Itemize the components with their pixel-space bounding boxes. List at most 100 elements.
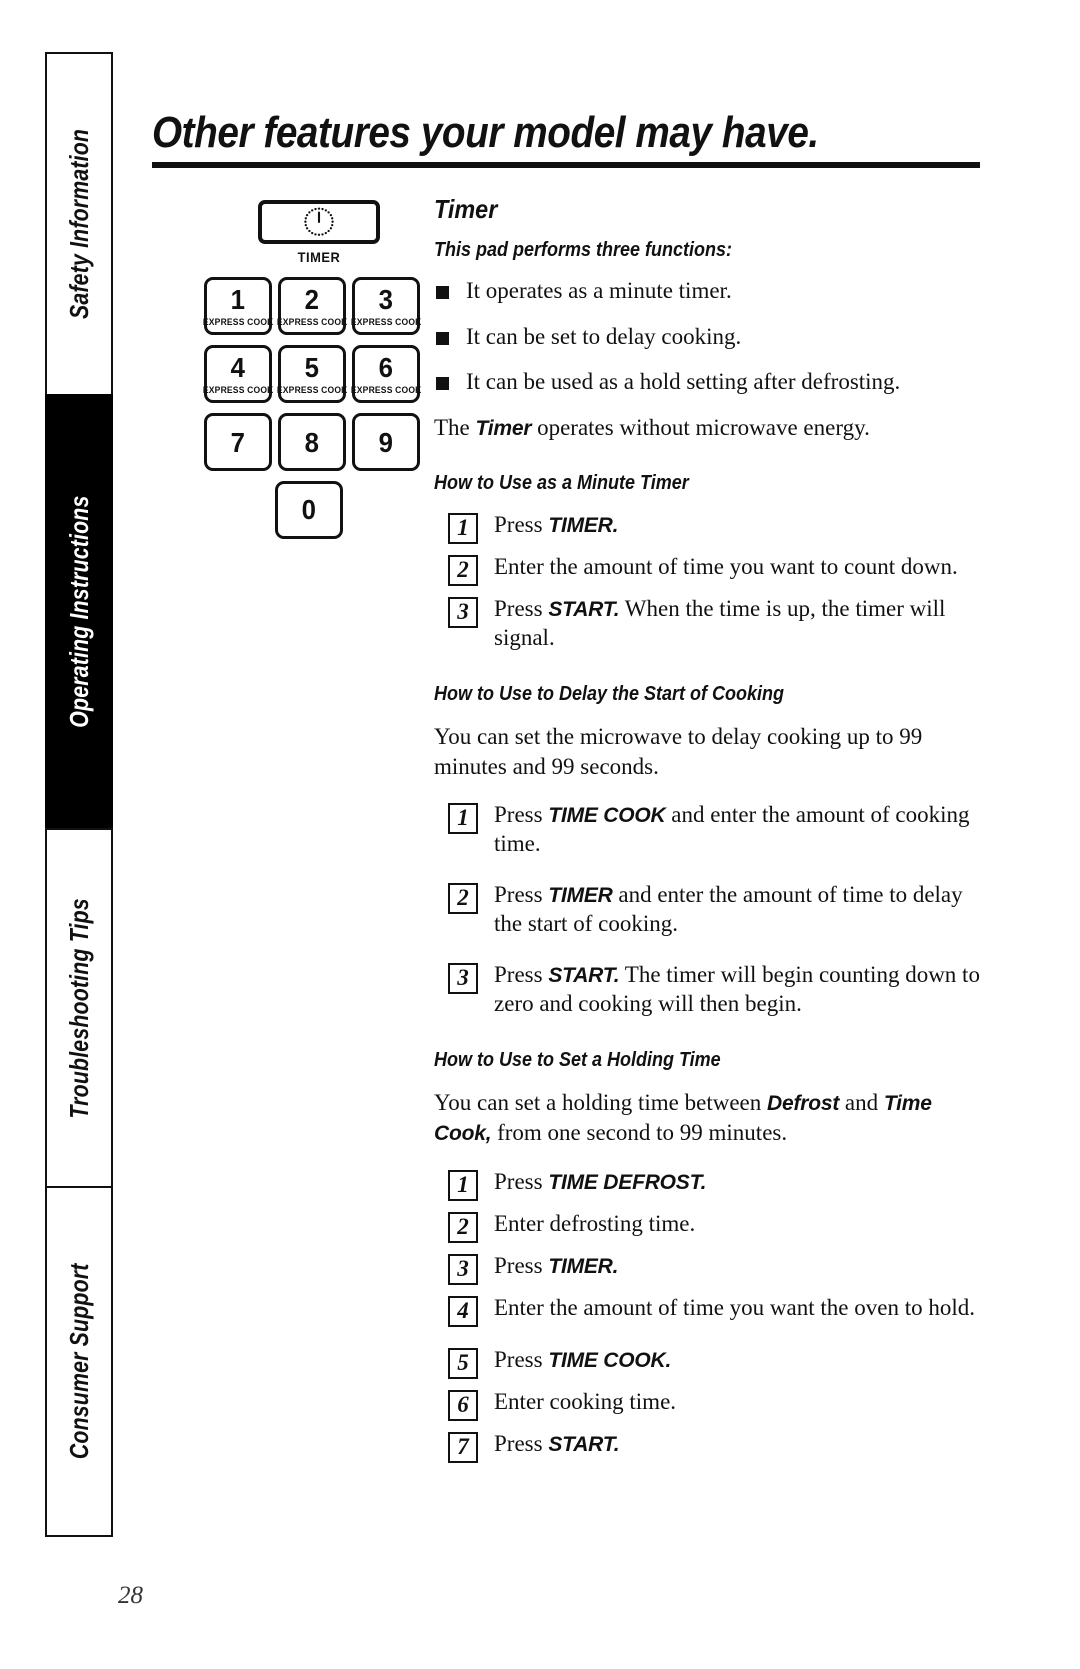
keypad-key-8[interactable]: 8	[278, 413, 346, 472]
list-item: It can be set to delay cooking.	[434, 322, 980, 351]
keypad-illustration-column: TIMER 1 EXPRESS COOK 2 EXPRESS COOK 3 EX…	[152, 194, 424, 540]
note-keyword: Timer	[475, 416, 532, 440]
step-text-before: Press	[494, 1252, 549, 1278]
desc-text-2: and	[839, 1090, 884, 1115]
step-item: 7 Press START.	[448, 1430, 980, 1466]
title-divider	[152, 162, 980, 169]
step-keyword: TIMER.	[548, 514, 619, 538]
key-digit: 7	[230, 427, 246, 459]
step-number-box: 7	[448, 1431, 478, 1463]
keypad-key-4[interactable]: 4 EXPRESS COOK	[202, 345, 274, 404]
keypad-key-5[interactable]: 5 EXPRESS COOK	[276, 345, 348, 404]
sidebar-item-consumer-support[interactable]: Consumer Support	[45, 1186, 113, 1537]
desc-text-3: from one second to 99 minutes.	[491, 1119, 788, 1145]
steps-holding-time: 1 Press TIME DEFROST. 2 Enter defrosting t…	[434, 1168, 980, 1466]
page-title: Other features your model may have.	[152, 108, 819, 157]
step-item: 4 Enter the amount of time you want the o…	[448, 1294, 980, 1330]
holding-time-description: You can set a holding time between Defro…	[434, 1088, 980, 1148]
step-number-box: 1	[448, 803, 478, 835]
step-number: 3	[457, 1255, 469, 1281]
step-number-box: 3	[448, 597, 478, 629]
keypad-diagram: TIMER 1 EXPRESS COOK 2 EXPRESS COOK 3 EX…	[202, 200, 434, 540]
number-key-grid: 1 EXPRESS COOK 2 EXPRESS COOK 3 EXPRESS …	[202, 277, 434, 472]
step-keyword: TIME DEFROST.	[548, 1170, 707, 1194]
keypad-key-3[interactable]: 3 EXPRESS COOK	[350, 277, 422, 336]
step-number-box: 3	[448, 1253, 478, 1285]
note-text-after: operates without microwave energy.	[531, 414, 870, 440]
step-text-before: Enter the amount of time you want to cou…	[494, 554, 958, 580]
step-keyword: START.	[548, 598, 620, 622]
step-number: 1	[457, 805, 469, 831]
square-bullet-icon	[436, 286, 449, 300]
sidebar-item-label: Safety Information	[63, 128, 94, 320]
step-number: 3	[457, 965, 469, 991]
section-title: Timer	[434, 194, 498, 225]
key-sublabel: EXPRESS COOK	[276, 317, 348, 329]
desc-text-1: You can set a holding time between	[434, 1090, 768, 1115]
keypad-key-9[interactable]: 9	[352, 413, 420, 472]
step-number: 5	[457, 1349, 469, 1375]
timer-note: The Timer operates without microwave ene…	[434, 413, 980, 443]
key-digit: 5	[304, 352, 320, 384]
step-number: 1	[457, 1171, 469, 1197]
keypad-key-6[interactable]: 6 EXPRESS COOK	[351, 345, 421, 404]
step-number: 7	[457, 1433, 469, 1459]
keypad-key-7[interactable]: 7	[204, 413, 272, 472]
key-digit: 0	[301, 494, 317, 526]
desc-keyword-defrost: Defrost	[767, 1092, 840, 1115]
step-number: 2	[457, 885, 469, 911]
keypad-key-0[interactable]: 0	[275, 481, 343, 540]
key-digit: 6	[378, 352, 394, 384]
step-number: 2	[457, 557, 469, 583]
step-text-before: Press	[494, 1346, 549, 1372]
step-text-before: Press	[494, 802, 549, 828]
step-item: 3 Press TIMER.	[448, 1252, 980, 1288]
step-keyword: TIME COOK	[548, 804, 666, 828]
step-keyword: TIMER	[548, 884, 613, 908]
key-digit: 2	[304, 284, 320, 316]
section-tab-rail: Safety Information Operating Instruction…	[45, 52, 113, 1537]
timer-dial-icon	[302, 205, 336, 239]
sidebar-item-troubleshooting-tips[interactable]: Troubleshooting Tips	[45, 828, 113, 1188]
step-item: 1 Press TIME DEFROST.	[448, 1168, 980, 1204]
manual-page: Safety Information Operating Instruction…	[0, 0, 1080, 1669]
key-digit: 1	[230, 284, 246, 316]
timer-key-label: TIMER	[297, 249, 341, 266]
step-number: 2	[457, 1213, 469, 1239]
intro-heading: This pad performs three functions:	[434, 239, 733, 262]
sidebar-item-operating-instructions[interactable]: Operating Instructions	[45, 394, 113, 830]
timer-key-button[interactable]	[258, 200, 380, 245]
step-item: 6 Enter cooking time.	[448, 1388, 980, 1424]
step-text-before: Press	[494, 596, 549, 622]
step-text-before: Press	[494, 962, 549, 988]
steps-delay-start: 1 Press TIME COOK and enter the amount of…	[434, 801, 980, 1019]
step-item: 1 Press TIMER.	[448, 511, 980, 547]
keypad-key-2[interactable]: 2 EXPRESS COOK	[276, 277, 348, 336]
step-item: 3 Press START. When the time is up, the t…	[448, 595, 980, 653]
sidebar-item-safety-information[interactable]: Safety Information	[45, 52, 113, 396]
function-bullet-list: It operates as a minute timer. It can be…	[434, 276, 980, 396]
delay-start-description: You can set the microwave to delay cooki…	[434, 724, 923, 779]
step-item: 1 Press TIME COOK and enter the amount of…	[448, 801, 980, 859]
step-text-before: Press	[494, 1430, 549, 1456]
step-item: 2 Enter defrosting time.	[448, 1210, 980, 1246]
keypad-key-1[interactable]: 1 EXPRESS COOK	[203, 277, 273, 336]
step-number-box: 6	[448, 1389, 478, 1421]
list-item-text: It can be used as a hold setting after d…	[466, 369, 901, 395]
step-number: 3	[457, 599, 469, 625]
page-content: Other features your model may have. TIME…	[152, 108, 980, 1472]
step-number-box: 3	[448, 963, 478, 995]
list-item: It can be used as a hold setting after d…	[434, 367, 980, 396]
step-text-before: Press	[494, 512, 549, 538]
body-columns: TIMER 1 EXPRESS COOK 2 EXPRESS COOK 3 EX…	[152, 194, 980, 1472]
instructions-column: Timer This pad performs three functions:…	[424, 194, 980, 1472]
key-sublabel: EXPRESS COOK	[350, 317, 422, 329]
step-keyword: START.	[548, 1432, 620, 1456]
page-number: 28	[118, 1582, 143, 1609]
step-number: 6	[457, 1391, 469, 1417]
step-keyword: START.	[548, 964, 620, 988]
key-sublabel: EXPRESS COOK	[202, 385, 274, 397]
list-item-text: It can be set to delay cooking.	[466, 323, 742, 349]
step-text-before: Press	[494, 882, 549, 908]
key-sublabel: EXPRESS COOK	[276, 385, 348, 397]
